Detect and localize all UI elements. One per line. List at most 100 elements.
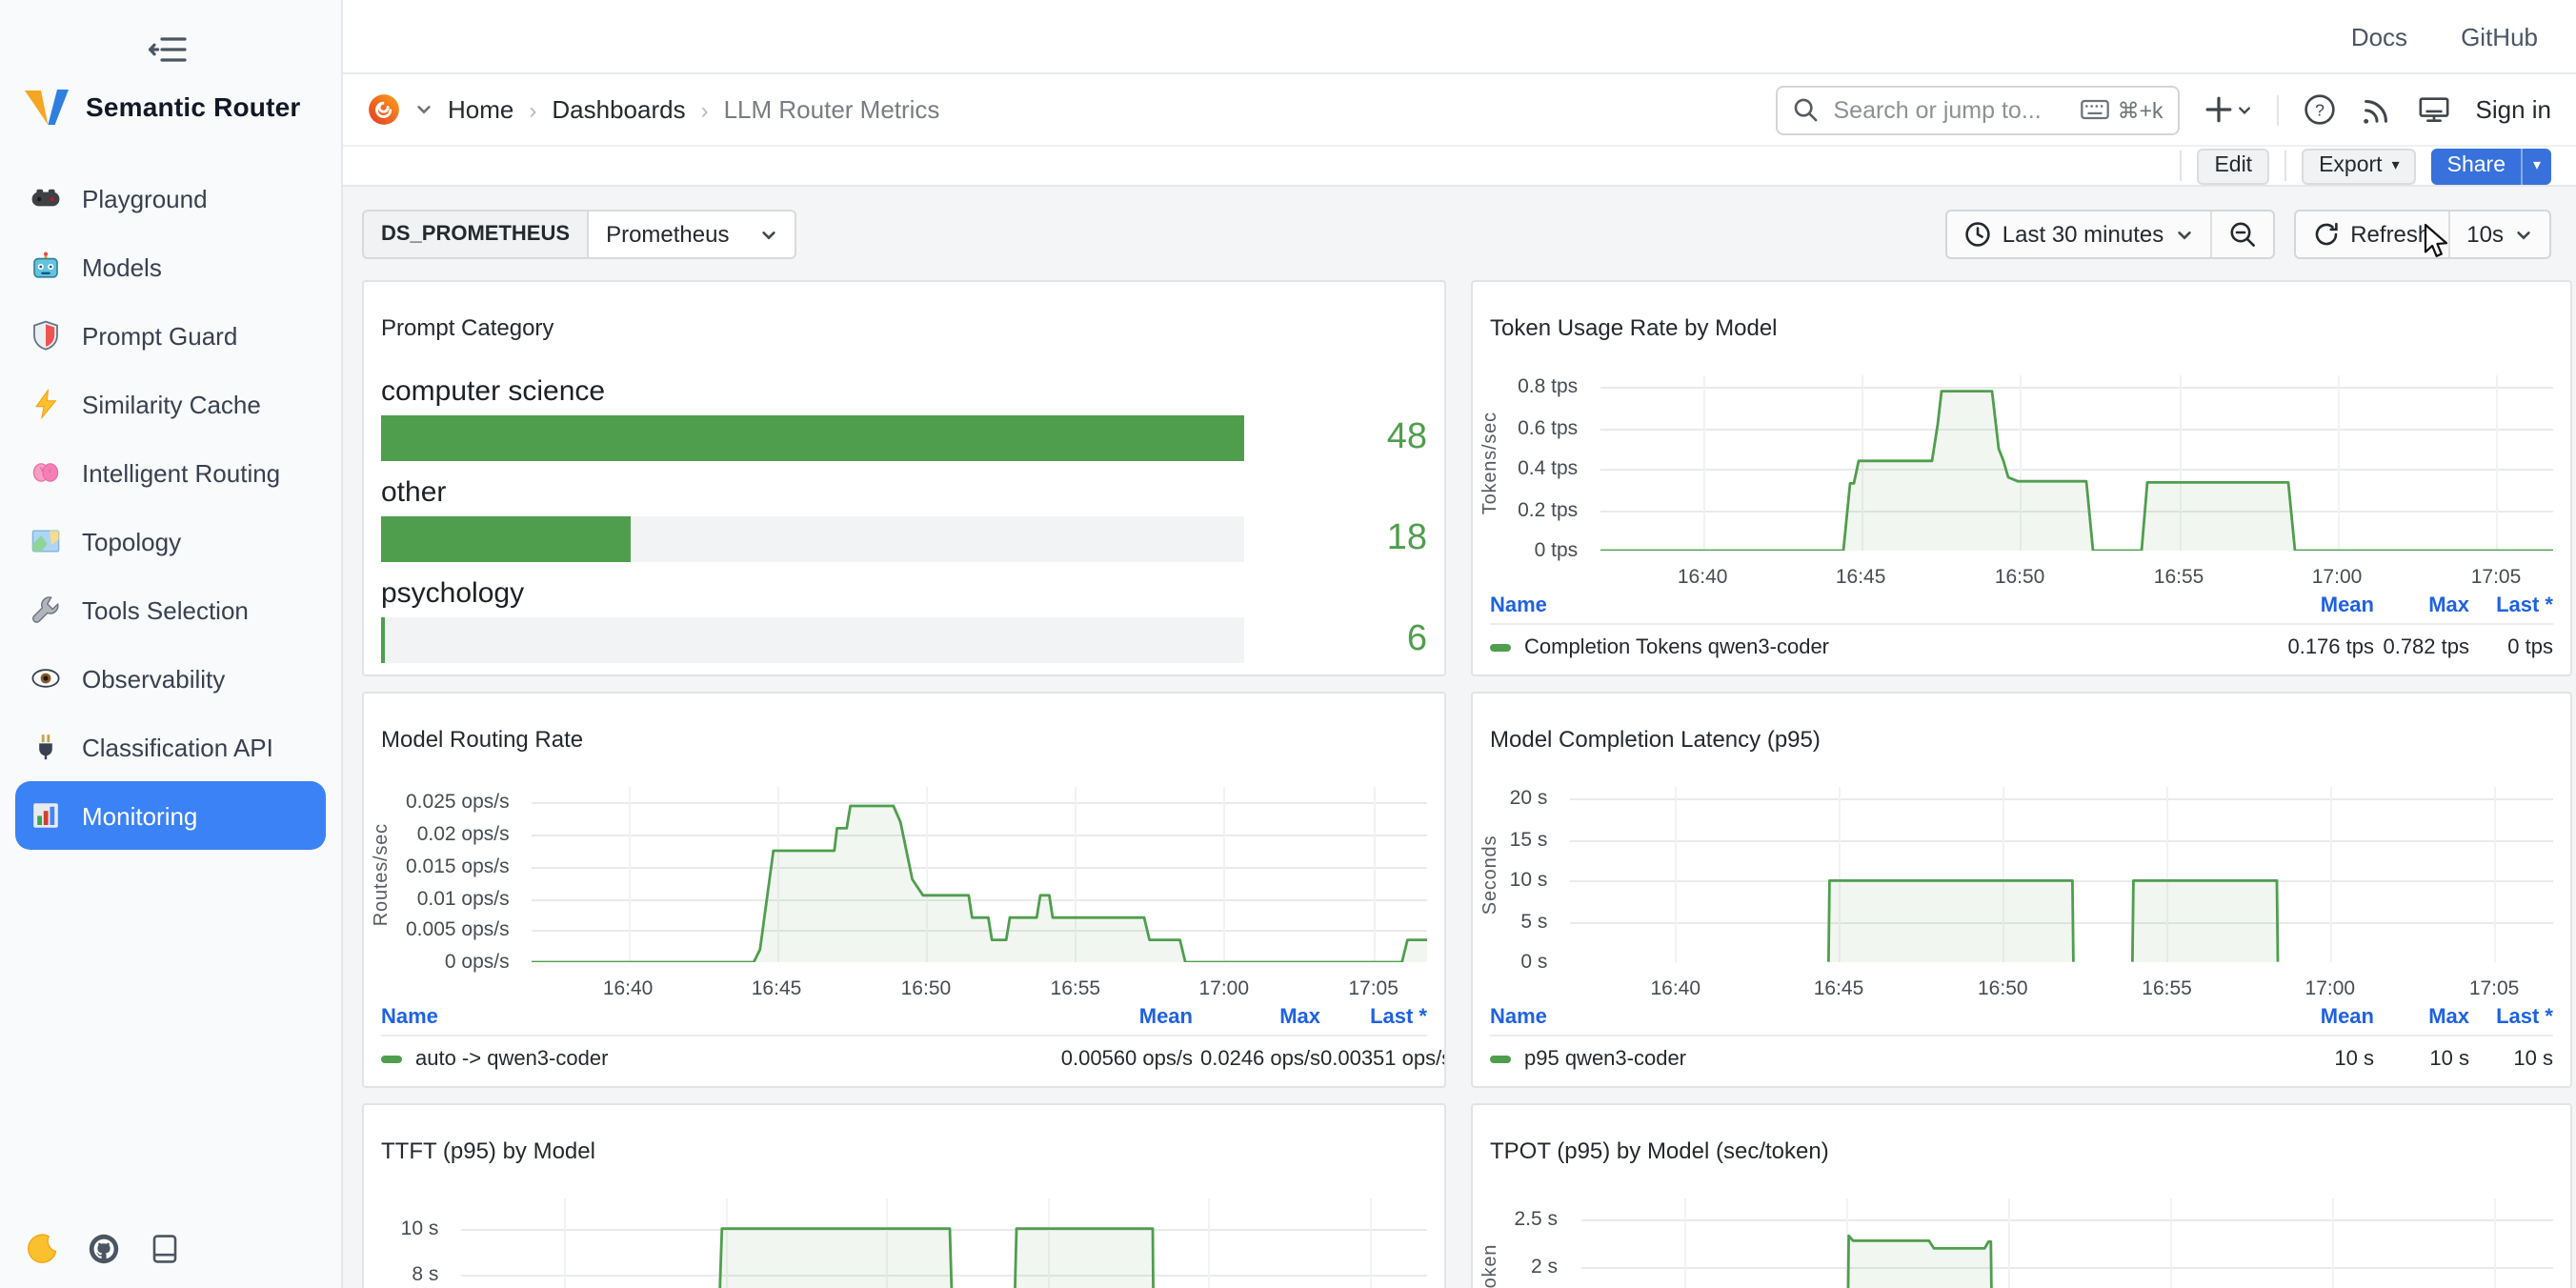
zoom-out-icon [2228,221,2255,248]
column-header-mean[interactable]: Mean [2203,1006,2374,1029]
column-header-max[interactable]: Max [2374,1006,2469,1029]
app-top-bar: Docs GitHub [343,0,2576,74]
sidebar-item-prompt-guard[interactable]: Prompt Guard [15,301,326,370]
x-axis-ticks: 16:4016:4516:5016:5517:0017:05 [1600,558,2553,589]
bar-fill [381,516,632,562]
column-header-last-[interactable]: Last * [1320,1006,1427,1029]
plot-area[interactable] [1580,1198,2553,1288]
sidebar-item-similarity-cache[interactable]: Similarity Cache [15,370,326,438]
column-header-last-[interactable]: Last * [2469,1006,2553,1029]
panel-title[interactable]: Prompt Category [364,301,1444,343]
column-header-name[interactable]: Name [1490,594,2203,617]
column-header-name[interactable]: Name [381,1006,1002,1029]
sign-in-link[interactable]: Sign in [2476,95,2552,124]
docs-link[interactable]: Docs [2351,22,2407,50]
column-header-last-[interactable]: Last * [2469,594,2553,617]
help-icon[interactable]: ? [2304,93,2337,126]
panel-title[interactable]: Model Completion Latency (p95) [1473,713,2570,755]
sidebar: Semantic Router PlaygroundModels Prompt G… [0,0,343,1288]
panel-title[interactable]: Token Usage Rate by Model [1473,301,2570,343]
share-menu-button[interactable]: ▾ [2521,148,2551,184]
eye-icon [30,663,61,694]
time-controls: Last 30 minutes [1945,210,2551,259]
gamepad-icon [30,183,61,213]
plot-area[interactable] [533,787,1427,962]
column-header-max[interactable]: Max [2374,594,2469,617]
sidebar-item-label: Intelligent Routing [82,458,280,487]
time-range-group: Last 30 minutes [1945,210,2274,259]
legend-table-row[interactable]: auto -> qwen3-coder 0.00560 ops/s 0.0246… [381,1035,1427,1080]
plot-area[interactable] [461,1198,1427,1288]
series-color-dash-icon [1490,643,1511,651]
y-axis-ticks: 10 s8 s6 s [394,1198,450,1288]
column-header-name[interactable]: Name [1490,1006,2203,1029]
sidebar-item-topology[interactable]: Topology [15,507,326,575]
dashboard-actions: Edit Export▾ Share ▾ [343,147,2576,187]
dashboard-controls: DS_PROMETHEUS Prometheus Last 30 minu [362,210,2551,259]
token-usage-chart[interactable]: Tokens/sec0 tps0.2 tps0.4 tps0.6 tps0.8 … [1479,368,2561,589]
x-axis-ticks: 16:4016:4516:5016:5517:0017:05 [1570,970,2553,1000]
breadcrumb-home[interactable]: Home [448,95,513,124]
legend-table-row[interactable]: Completion Tokens qwen3-coder 0.176 tps … [1490,623,2553,669]
zoom-out-button[interactable] [2211,211,2272,257]
panel-title[interactable]: TTFT (p95) by Model [364,1124,1444,1166]
routing-rate-chart[interactable]: Routes/sec0 ops/s0.005 ops/s0.01 ops/s0.… [370,779,1435,1000]
refresh-interval-select[interactable]: 10s [2449,211,2549,257]
share-button[interactable]: Share [2432,148,2521,184]
brand[interactable]: Semantic Router [25,88,301,126]
sidebar-item-monitoring[interactable]: Monitoring [15,781,326,850]
divider [2180,151,2182,181]
sidebar-item-observability[interactable]: Observability [15,644,326,713]
breadcrumb-dashboards[interactable]: Dashboards [552,95,685,124]
y-axis-label: Seconds [1479,787,1503,962]
brain-icon [30,457,61,488]
github-icon[interactable] [88,1233,120,1265]
chevron-down-icon[interactable] [415,101,433,118]
tpot-chart[interactable]: Seconds per token2.5 s2 s1.5 s16:4016:45… [1479,1191,2561,1288]
panel-title[interactable]: Model Routing Rate [364,713,1444,755]
sidebar-item-tools-selection[interactable]: Tools Selection [15,575,326,644]
edit-button[interactable]: Edit [2197,148,2269,184]
sidebar-item-playground[interactable]: Playground [15,164,326,232]
panel-token-usage: Token Usage Rate by Model Tokens/sec0 tp… [1471,280,2572,676]
sidebar-item-models[interactable]: Models [15,232,326,301]
sidebar-item-intelligent-routing[interactable]: Intelligent Routing [15,438,326,507]
share-split-button: Share ▾ [2432,148,2551,184]
export-button[interactable]: Export▾ [2302,148,2417,184]
sidebar-item-classification-api[interactable]: Classification API [15,713,326,781]
refresh-icon [2312,221,2339,248]
search-box[interactable]: ⌘+k [1777,85,2181,134]
panel-completion-latency: Model Completion Latency (p95) Seconds0 … [1471,692,2572,1088]
rss-icon[interactable] [2362,93,2394,126]
screen: Semantic Router PlaygroundModels Prompt G… [0,0,2576,1288]
search-input[interactable] [1830,94,2070,125]
completion-latency-chart[interactable]: Seconds0 s5 s10 s15 s20 s16:4016:4516:50… [1479,779,2561,1000]
bar-row-other: 18 [381,516,1427,562]
column-header-max[interactable]: Max [1193,1006,1320,1029]
legend-table-row[interactable]: p95 qwen3-coder 10 s 10 s 10 s [1490,1035,2553,1080]
legend-table-header: NameMeanMaxLast * [381,1000,1427,1035]
bar-label: psychology [381,575,1427,612]
plot-area[interactable] [1600,375,2553,551]
refresh-group: Refresh 10s [2293,210,2551,259]
add-button[interactable] [2205,95,2253,124]
sidebar-item-label: Prompt Guard [82,321,237,350]
ttft-chart[interactable]: Seconds10 s8 s6 s16:4016:4516:5016:5517:… [370,1191,1435,1288]
book-icon[interactable] [149,1233,181,1265]
column-header-mean[interactable]: Mean [2203,594,2374,617]
github-link[interactable]: GitHub [2461,22,2538,50]
kiosk-monitor-icon[interactable] [2419,93,2451,126]
sidebar-item-label: Monitoring [82,801,197,830]
sidebar-menu: PlaygroundModels Prompt Guard Similarity C… [15,164,326,850]
dashboard-body: DS_PROMETHEUS Prometheus Last 30 minu [343,187,2576,1288]
collapse-sidebar-icon[interactable] [149,36,187,63]
column-header-mean[interactable]: Mean [1002,1006,1193,1029]
time-range-picker[interactable]: Last 30 minutes [1947,211,2209,257]
sidebar-footer [27,1233,181,1265]
panel-title[interactable]: TPOT (p95) by Model (sec/token) [1473,1124,2570,1166]
moon-icon[interactable] [27,1233,59,1265]
grafana-logo-icon[interactable] [368,93,400,126]
plot-area[interactable] [1570,787,2553,962]
datasource-select[interactable]: Prometheus [589,210,795,259]
refresh-button[interactable]: Refresh [2295,211,2447,257]
